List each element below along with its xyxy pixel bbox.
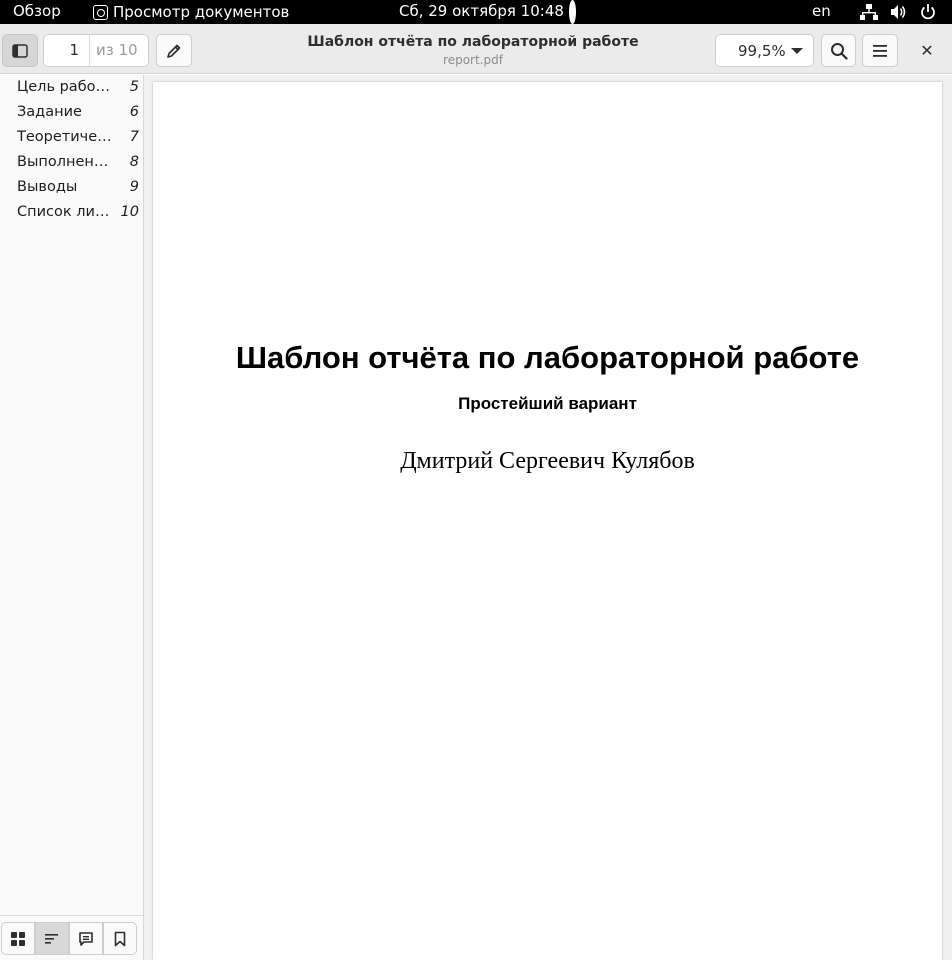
keyboard-layout-indicator[interactable]: en [812, 0, 831, 24]
pdf-subtitle: Простейший вариант [458, 394, 637, 413]
outline-item[interactable]: Выполнение лабораторной работы 8 [0, 150, 143, 175]
outline-item-page: 9 [129, 179, 139, 195]
document-title: Шаблон отчёта по лабораторной работе [307, 34, 639, 50]
activities-overview-button[interactable]: Обзор [13, 0, 61, 24]
system-status-menu[interactable] [860, 0, 936, 24]
pencil-icon [167, 44, 181, 58]
tab-bookmarks[interactable] [103, 922, 137, 955]
tab-thumbnails[interactable] [1, 922, 35, 955]
zoom-selector[interactable]: 99,5% [715, 34, 814, 67]
sidebar-tab-switcher [0, 915, 143, 960]
outline-item[interactable]: Цель работы 5 [0, 75, 143, 100]
tab-outline[interactable] [35, 922, 69, 955]
network-wired-icon [860, 4, 878, 20]
power-icon [921, 4, 935, 20]
outline-item-page: 5 [129, 79, 139, 95]
sidebar: Цель работы 5 Задание 6 Теоретическое вв… [0, 75, 144, 960]
zoom-value: 99,5% [738, 41, 786, 60]
document-view[interactable]: Шаблон отчёта по лабораторной работе Про… [144, 75, 952, 960]
outline-item-page: 6 [129, 104, 139, 120]
search-button[interactable] [821, 34, 856, 67]
sidebar-toggle-button[interactable] [2, 34, 38, 67]
clock[interactable]: Сб, 29 октября 10:48 [399, 0, 564, 24]
outline-item[interactable]: Выводы 9 [0, 175, 143, 200]
close-window-button[interactable]: ✕ [913, 41, 941, 61]
system-top-bar: Обзор Просмотр документов Сб, 29 октября… [0, 0, 952, 24]
document-filename: report.pdf [443, 53, 503, 67]
outline-item-label: Выводы [17, 179, 78, 195]
total-pages-label: из 10 [96, 41, 138, 59]
annotate-button[interactable] [156, 34, 192, 67]
outline-item-label: Список литературы [17, 204, 115, 220]
hamburger-menu-icon [873, 44, 887, 57]
bookmark-icon [114, 931, 126, 946]
outline-item[interactable]: Теоретическое введение 7 [0, 125, 143, 150]
outline-item-label: Выполнение лабораторной работы [17, 154, 115, 170]
outline-item-page: 8 [129, 154, 139, 170]
outline-item-page: 7 [129, 129, 139, 145]
outline-item-page: 10 [120, 204, 139, 220]
tab-annotations[interactable] [69, 922, 103, 955]
window-title: Шаблон отчёта по лабораторной работе rep… [280, 34, 666, 67]
document-outline: Цель работы 5 Задание 6 Теоретическое вв… [0, 75, 143, 225]
pdf-author: Дмитрий Сергеевич Кулябов [400, 448, 695, 474]
current-page-input[interactable]: 1 [44, 35, 90, 66]
outline-item[interactable]: Задание 6 [0, 100, 143, 125]
outline-list-icon [45, 933, 58, 944]
pdf-title: Шаблон отчёта по лабораторной работе [235, 340, 860, 375]
app-menu[interactable]: Просмотр документов [93, 0, 289, 24]
close-icon: ✕ [920, 41, 934, 60]
document-viewer-app-icon [93, 4, 108, 20]
pdf-page: Шаблон отчёта по лабораторной работе Про… [153, 82, 942, 960]
sidebar-show-icon [12, 43, 28, 58]
notification-dot-icon [569, 0, 576, 24]
thumbnails-grid-icon [11, 931, 25, 946]
dropdown-arrow-icon [791, 48, 803, 54]
volume-icon [891, 5, 906, 19]
main-menu-button[interactable] [862, 34, 898, 67]
outline-item-label: Задание [17, 104, 82, 120]
outline-item-label: Цель работы [17, 79, 115, 95]
outline-item-label: Теоретическое введение [17, 129, 115, 145]
app-menu-label: Просмотр документов [113, 3, 290, 21]
header-bar: 1 из 10 Шаблон отчёта по лабораторной ра… [0, 24, 952, 74]
annotations-comment-icon [79, 931, 93, 946]
search-icon [830, 42, 848, 60]
page-number-entry[interactable]: 1 из 10 [43, 34, 149, 67]
outline-item[interactable]: Список литературы 10 [0, 200, 143, 225]
